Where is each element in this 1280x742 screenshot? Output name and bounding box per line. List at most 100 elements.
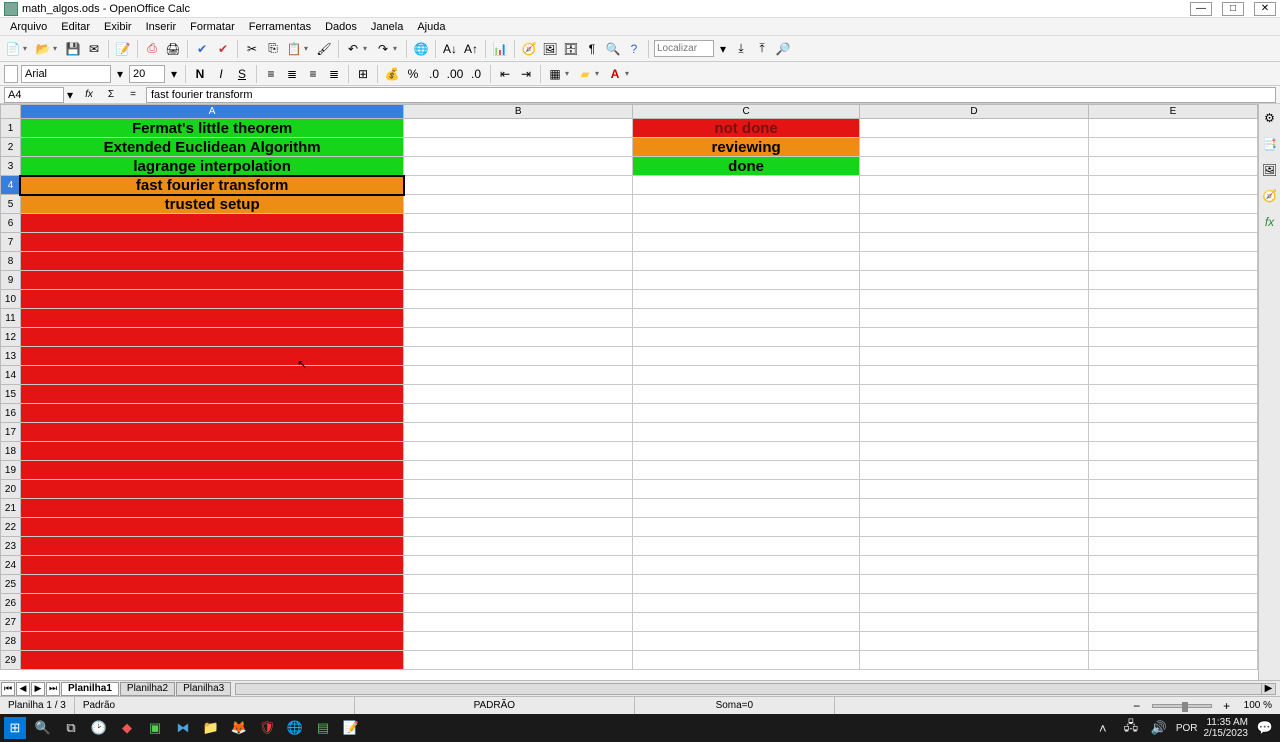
cell-A22[interactable] [20,518,403,537]
cell-A12[interactable] [20,328,403,347]
cell-B26[interactable] [404,594,633,613]
align-left-button[interactable]: ≡ [262,65,280,83]
sheet-tab-1[interactable]: Planilha1 [61,682,119,696]
cell-B19[interactable] [404,461,633,480]
row-header-16[interactable]: 16 [1,404,21,423]
cell-E7[interactable] [1088,233,1257,252]
cell-D16[interactable] [860,404,1089,423]
menu-editar[interactable]: Editar [55,20,96,34]
cell-D6[interactable] [860,214,1089,233]
cell-E9[interactable] [1088,271,1257,290]
cell-A2[interactable]: Extended Euclidean Algorithm [20,138,403,157]
row-header-7[interactable]: 7 [1,233,21,252]
row-header-2[interactable]: 2 [1,138,21,157]
cell-E13[interactable] [1088,347,1257,366]
row-header-29[interactable]: 29 [1,651,21,670]
tray-network-icon[interactable]: 🖧 [1120,717,1142,739]
sort-desc-button[interactable]: A↑ [462,40,480,58]
sidebar-navigator-icon[interactable]: 🧭 [1262,188,1278,204]
cell-D25[interactable] [860,575,1089,594]
font-name-input[interactable] [21,65,111,83]
cell-D7[interactable] [860,233,1089,252]
firefox-icon[interactable]: 🦊 [228,717,250,739]
row-header-1[interactable]: 1 [1,119,21,138]
tray-chevron-icon[interactable]: ˄ [1092,717,1114,739]
cell-C19[interactable] [633,461,860,480]
cell-E4[interactable] [1088,176,1257,195]
cell-B14[interactable] [404,366,633,385]
cell-C17[interactable] [633,423,860,442]
cell-A4[interactable]: fast fourier transform [20,176,403,195]
cell-B20[interactable] [404,480,633,499]
cell-E28[interactable] [1088,632,1257,651]
redo-button[interactable]: ↷ [374,40,392,58]
menu-inserir[interactable]: Inserir [140,20,183,34]
cell-B16[interactable] [404,404,633,423]
percent-button[interactable]: % [404,65,422,83]
cell-E22[interactable] [1088,518,1257,537]
cell-E24[interactable] [1088,556,1257,575]
paste-button[interactable]: 📋 [285,40,303,58]
cell-D1[interactable] [860,119,1089,138]
find-prev-button[interactable]: ⤒ [753,40,771,58]
cell-A19[interactable] [20,461,403,480]
bgcolor-button[interactable]: ▰ [576,65,594,83]
cell-D24[interactable] [860,556,1089,575]
file-explorer-icon[interactable]: 📁 [200,717,222,739]
add-decimal-button[interactable]: .00 [446,65,464,83]
cell-A29[interactable] [20,651,403,670]
cell-D14[interactable] [860,366,1089,385]
tray-clock[interactable]: 11:35 AM 2/15/2023 [1204,717,1249,739]
style-selector[interactable] [4,65,18,83]
sidebar-gallery-icon[interactable]: 🖼 [1262,162,1278,178]
font-size-input[interactable] [129,65,165,83]
row-header-13[interactable]: 13 [1,347,21,366]
cell-D3[interactable] [860,157,1089,176]
menu-exibir[interactable]: Exibir [98,20,138,34]
cell-B8[interactable] [404,252,633,271]
cell-D21[interactable] [860,499,1089,518]
cell-C12[interactable] [633,328,860,347]
search-icon[interactable]: 🔍 [32,717,54,739]
cell-C25[interactable] [633,575,860,594]
taskview-icon[interactable]: ⧉ [60,717,82,739]
gallery-button[interactable]: 🖼 [541,40,559,58]
cell-A13[interactable] [20,347,403,366]
cell-D11[interactable] [860,309,1089,328]
horizontal-scrollbar[interactable]: ▶ [235,683,1276,695]
app-icon-2[interactable]: ▣ [144,717,166,739]
cell-C23[interactable] [633,537,860,556]
bold-button[interactable]: N [191,65,209,83]
cell-E6[interactable] [1088,214,1257,233]
cell-E2[interactable] [1088,138,1257,157]
cell-B17[interactable] [404,423,633,442]
cell-C18[interactable] [633,442,860,461]
cell-D22[interactable] [860,518,1089,537]
cell-E29[interactable] [1088,651,1257,670]
cell-A17[interactable] [20,423,403,442]
cell-C27[interactable] [633,613,860,632]
cell-D12[interactable] [860,328,1089,347]
cell-D19[interactable] [860,461,1089,480]
sheet-tab-3[interactable]: Planilha3 [176,682,231,696]
cell-B13[interactable] [404,347,633,366]
cell-C22[interactable] [633,518,860,537]
brave-icon[interactable]: 🛡 [256,717,278,739]
nonprinting-button[interactable]: ¶ [583,40,601,58]
cell-C11[interactable] [633,309,860,328]
cell-A15[interactable] [20,385,403,404]
export-pdf-button[interactable]: ⎙ [143,40,161,58]
remove-decimal-button[interactable]: .0 [467,65,485,83]
merge-cells-button[interactable]: ⊞ [354,65,372,83]
cell-ref-dropdown[interactable]: ▾ [64,86,76,104]
cell-A25[interactable] [20,575,403,594]
cell-D2[interactable] [860,138,1089,157]
tray-language[interactable]: POR [1176,723,1198,734]
zoom-in-button[interactable]: + [1218,697,1236,715]
row-header-5[interactable]: 5 [1,195,21,214]
cell-D18[interactable] [860,442,1089,461]
number-format-button[interactable]: .0 [425,65,443,83]
menu-formatar[interactable]: Formatar [184,20,241,34]
cell-B27[interactable] [404,613,633,632]
sort-asc-button[interactable]: A↓ [441,40,459,58]
